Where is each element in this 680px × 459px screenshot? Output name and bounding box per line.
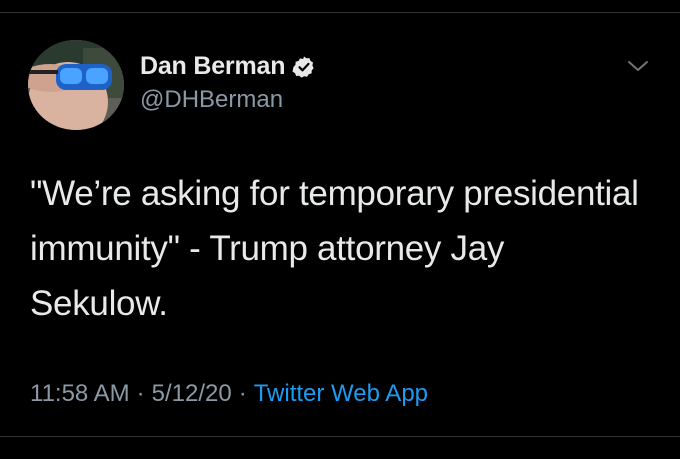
top-divider — [0, 12, 680, 13]
tweet-date[interactable]: 5/12/20 — [152, 380, 232, 408]
tweet-time[interactable]: 11:58 AM — [30, 380, 130, 408]
avatar-photo — [28, 40, 124, 130]
author-display-name[interactable]: Dan Berman — [140, 52, 285, 81]
avatar[interactable] — [28, 40, 124, 130]
meta-separator: · — [136, 380, 145, 407]
meta-separator: · — [238, 380, 247, 407]
tweet-source-link[interactable]: Twitter Web App — [254, 380, 428, 408]
author-handle[interactable]: @DHBerman — [140, 86, 283, 114]
verified-badge-icon — [292, 56, 314, 78]
author-name-row[interactable]: Dan Berman — [140, 52, 316, 81]
chevron-down-icon[interactable] — [626, 58, 650, 74]
bottom-divider — [0, 436, 680, 437]
tweet-card: Dan Berman @DHBerman "We’re asking for t… — [0, 0, 680, 459]
tweet-metadata: 11:58 AM · 5/12/20 · Twitter Web App — [30, 380, 428, 408]
tweet-text: "We’re asking for temporary presidential… — [30, 174, 639, 323]
